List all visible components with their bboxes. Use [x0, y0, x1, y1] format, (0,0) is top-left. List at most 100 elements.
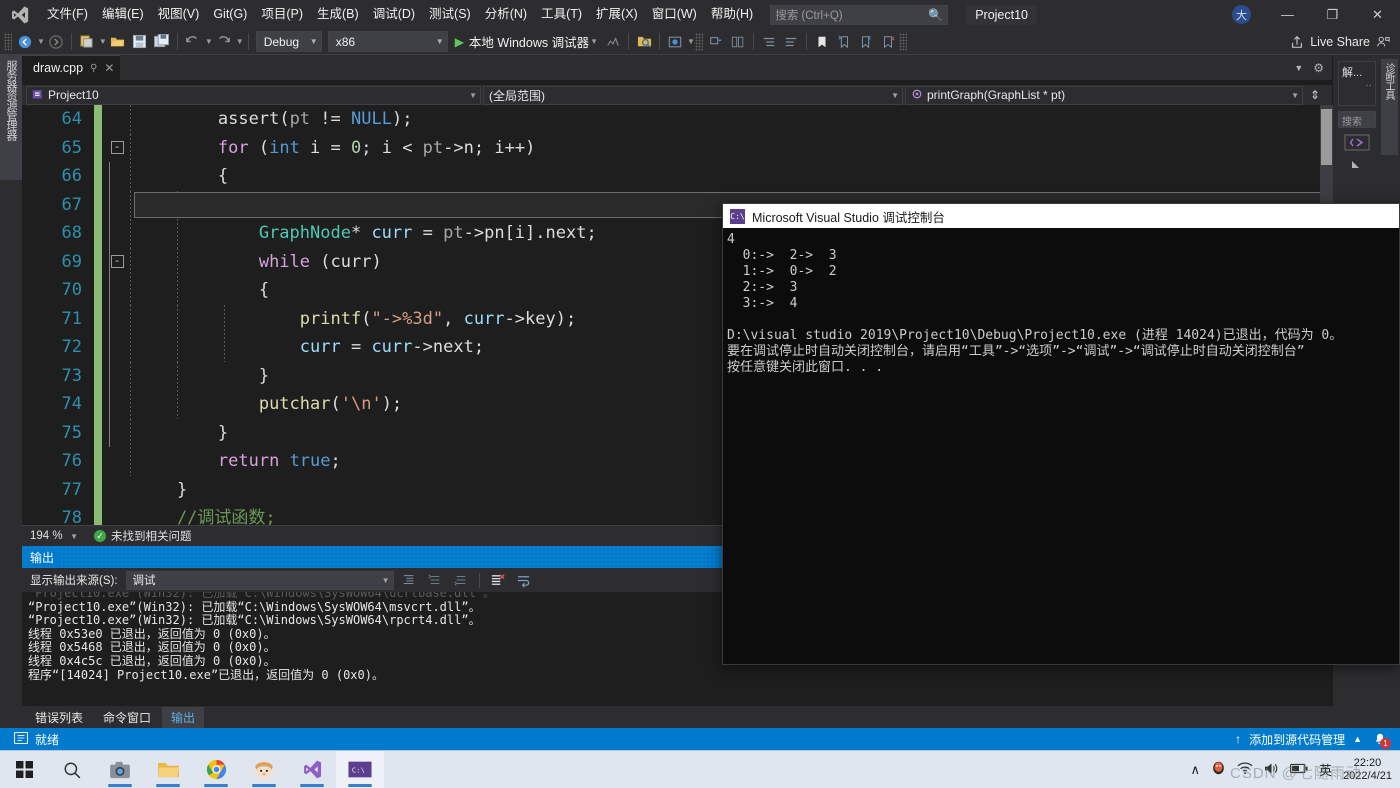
- undo-dropdown-icon[interactable]: ▼: [205, 37, 213, 46]
- function-selector[interactable]: printGraph(GraphList * pt) ▼: [905, 85, 1303, 105]
- sidebar-item-diagnostic-tools[interactable]: 诊断工具: [1381, 59, 1398, 155]
- menu-edit[interactable]: 编辑(E): [95, 0, 151, 29]
- scope-selector[interactable]: (全局范围) ▼: [483, 85, 903, 105]
- zoom-level-selector[interactable]: 194 % ▼: [22, 530, 84, 542]
- new-item-icon[interactable]: [76, 31, 98, 53]
- expand-node-icon[interactable]: [1338, 153, 1376, 175]
- account-avatar[interactable]: 大: [1232, 5, 1251, 24]
- menu-project[interactable]: 项目(P): [254, 0, 310, 29]
- anime-app-icon[interactable]: [240, 751, 288, 788]
- prev-message-icon[interactable]: [424, 570, 446, 590]
- tab-error-list[interactable]: 错误列表: [26, 707, 92, 728]
- prev-bookmark-icon[interactable]: [833, 31, 855, 53]
- fold-toggle-icon[interactable]: -: [102, 255, 132, 269]
- bookmark-icon[interactable]: [811, 31, 833, 53]
- file-explorer-icon[interactable]: [144, 751, 192, 788]
- step-into-icon[interactable]: [705, 31, 727, 53]
- search-in-files-icon[interactable]: [633, 31, 655, 53]
- indent-left-icon[interactable]: [758, 31, 780, 53]
- toolbar-grip-3[interactable]: [898, 32, 907, 51]
- output-source-combo[interactable]: 调试 ▼: [125, 570, 394, 590]
- tab-draw-cpp[interactable]: draw.cpp ⚲ ✕: [22, 55, 121, 80]
- menu-analyze[interactable]: 分析(N): [478, 0, 534, 29]
- start-button[interactable]: [0, 751, 48, 788]
- solution-explorer-panel[interactable]: 解... ··: [1338, 61, 1376, 106]
- start-debug-button[interactable]: ▶ 本地 Windows 调试器 ▼: [451, 31, 602, 53]
- console-window-taskbar-icon[interactable]: C:\: [336, 750, 384, 788]
- search-button[interactable]: [48, 751, 96, 788]
- volume-icon[interactable]: [1264, 762, 1279, 778]
- snapshot-dropdown-icon[interactable]: ▼: [687, 37, 695, 46]
- wifi-icon[interactable]: [1237, 762, 1253, 778]
- menu-file[interactable]: 文件(F): [40, 0, 95, 29]
- snapshot-icon[interactable]: [664, 31, 686, 53]
- menu-help[interactable]: 帮助(H): [704, 0, 760, 29]
- undo-icon[interactable]: [182, 31, 204, 53]
- close-icon[interactable]: ✕: [104, 61, 114, 75]
- minimize-button[interactable]: —: [1265, 0, 1310, 29]
- console-title-bar[interactable]: C:\ Microsoft Visual Studio 调试控制台: [723, 204, 1399, 228]
- menu-build[interactable]: 生成(B): [310, 0, 366, 29]
- sidebar-item-server-explorer[interactable]: 服务器资源管理器: [0, 55, 22, 180]
- pin-icon[interactable]: ⚲: [90, 63, 97, 74]
- add-to-source-control-button[interactable]: 添加到源代码管理: [1249, 731, 1345, 748]
- redo-dropdown-icon[interactable]: ▼: [236, 37, 244, 46]
- indent-right-icon[interactable]: [780, 31, 802, 53]
- gear-icon[interactable]: ⚙: [1308, 61, 1329, 75]
- quick-search-input[interactable]: 搜索 (Ctrl+Q) 🔍: [770, 4, 949, 25]
- next-message-icon[interactable]: [450, 570, 472, 590]
- solution-node-icon[interactable]: [1338, 131, 1376, 153]
- chevron-up-icon[interactable]: ∧: [1191, 762, 1201, 778]
- navigate-back-icon[interactable]: [14, 31, 36, 53]
- tab-output[interactable]: 输出: [162, 706, 205, 728]
- solution-platform-combo[interactable]: x86 ▼: [327, 31, 448, 52]
- clear-all-icon[interactable]: [487, 570, 509, 590]
- menu-tools[interactable]: 工具(T): [534, 0, 589, 29]
- menu-git[interactable]: Git(G): [206, 0, 254, 29]
- menu-test[interactable]: 测试(S): [422, 0, 478, 29]
- save-all-icon[interactable]: [151, 31, 173, 53]
- save-icon[interactable]: [129, 31, 151, 53]
- visual-studio-taskbar-icon[interactable]: [288, 751, 336, 788]
- qq-icon[interactable]: [1211, 760, 1226, 779]
- menu-debug[interactable]: 调试(D): [366, 0, 422, 29]
- restore-button[interactable]: ❐: [1310, 0, 1355, 29]
- taskbar-clock[interactable]: 22:20 2022/4/21: [1343, 757, 1392, 783]
- find-message-icon[interactable]: [398, 570, 420, 590]
- overflow-dots-icon[interactable]: ··: [1342, 80, 1372, 91]
- close-button[interactable]: ✕: [1355, 0, 1400, 29]
- project-selector[interactable]: Project10 ▼: [26, 85, 481, 105]
- compare-icon[interactable]: [727, 31, 749, 53]
- redo-icon[interactable]: [213, 31, 235, 53]
- ime-indicator[interactable]: 英: [1319, 760, 1332, 779]
- live-share-button[interactable]: Live Share: [1290, 35, 1400, 49]
- code-line[interactable]: 64 assert(pt != NULL);: [22, 105, 1332, 134]
- toolbar-grip-2[interactable]: [694, 32, 703, 51]
- next-bookmark-icon[interactable]: [855, 31, 877, 53]
- menu-extensions[interactable]: 扩展(X): [589, 0, 645, 29]
- tab-list-chevron-icon[interactable]: ▼: [1289, 63, 1308, 73]
- code-line[interactable]: 66 {: [22, 162, 1332, 191]
- scrollbar-thumb[interactable]: [1321, 109, 1332, 165]
- navigate-forward-icon[interactable]: [45, 31, 67, 53]
- new-item-dropdown-icon[interactable]: ▼: [99, 37, 107, 46]
- clear-bookmarks-icon[interactable]: [877, 31, 899, 53]
- code-line[interactable]: 65 - for (int i = 0; i < pt->n; i++): [22, 133, 1332, 162]
- split-editor-button[interactable]: ⇕: [1305, 88, 1325, 102]
- debug-console-window[interactable]: C:\ Microsoft Visual Studio 调试控制台 4 0:->…: [722, 203, 1400, 665]
- chevron-down-icon[interactable]: ▼: [590, 37, 598, 46]
- camera-app-icon[interactable]: [96, 751, 144, 788]
- notifications-button[interactable]: 1: [1370, 730, 1391, 749]
- source-control-chevron-icon[interactable]: ▲: [1353, 734, 1362, 744]
- fold-toggle-icon[interactable]: -: [102, 141, 132, 155]
- back-dropdown-icon[interactable]: ▼: [37, 37, 45, 46]
- toolbar-grip[interactable]: [4, 32, 12, 51]
- menu-view[interactable]: 视图(V): [151, 0, 207, 29]
- solution-configuration-combo[interactable]: Debug ▼: [255, 31, 322, 52]
- toggle-wordwrap-icon[interactable]: [513, 570, 535, 590]
- solution-search-input[interactable]: 搜索: [1338, 111, 1376, 128]
- battery-icon[interactable]: [1289, 762, 1308, 777]
- chrome-browser-icon[interactable]: [192, 751, 240, 788]
- open-file-icon[interactable]: [107, 31, 129, 53]
- performance-profiler-icon[interactable]: [602, 31, 624, 53]
